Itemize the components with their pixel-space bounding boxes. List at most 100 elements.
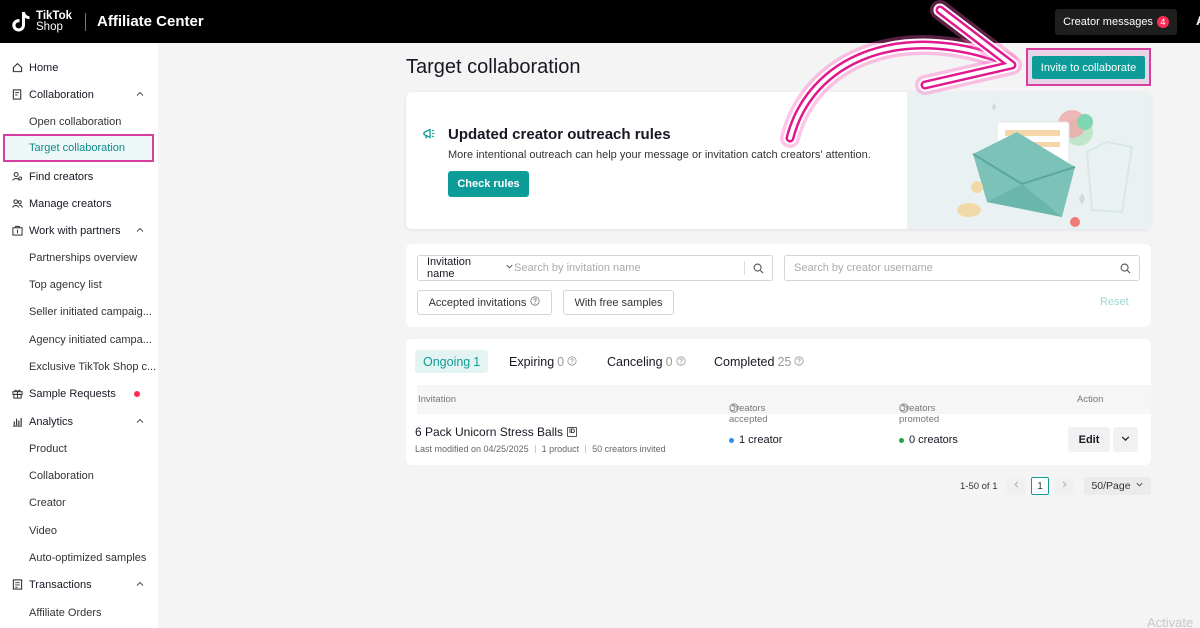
search-divider [744, 261, 745, 275]
sidebar-item-find-creators[interactable]: Find creators [0, 163, 158, 190]
creators-accepted-value[interactable]: 1 creator [729, 434, 782, 446]
creators-promoted-value[interactable]: 0 creators [899, 434, 958, 446]
tab-completed[interactable]: Completed 25 [714, 350, 804, 373]
tab-expiring[interactable]: Expiring 0 [509, 350, 577, 373]
sidebar-item-seller-initiated[interactable]: Seller initiated campaig... [0, 298, 158, 325]
page-size-select[interactable]: 50/Page [1084, 477, 1151, 495]
envelope-illustration [907, 92, 1151, 229]
invitation-search-group: Invitation name Search by invitation nam… [417, 255, 773, 281]
next-page-button[interactable] [1055, 477, 1073, 495]
check-rules-button[interactable]: Check rules [448, 171, 529, 197]
sidebar-item-affiliate-orders[interactable]: Affiliate Orders [0, 599, 158, 626]
sidebar-item-creator[interactable]: Creator [0, 489, 158, 516]
gift-icon [11, 388, 23, 400]
sidebar-item-collaboration[interactable]: Collaboration [0, 81, 158, 108]
sidebar-item-target-collaboration[interactable]: Target collaboration [3, 134, 154, 162]
invitation-name-select-value: Invitation name [427, 256, 472, 280]
sidebar-item-label: Sample Requests [29, 387, 116, 400]
sidebar-item-exclusive[interactable]: Exclusive TikTok Shop c... [0, 353, 158, 380]
help-icon [899, 403, 909, 413]
accepted-invitations-filter[interactable]: Accepted invitations [417, 290, 552, 315]
sidebar-item-work-with-partners[interactable]: Work with partners [0, 217, 158, 244]
pagination-range: 1-50 of 1 [960, 481, 998, 492]
sidebar-item-sample-requests[interactable]: Sample Requests [0, 380, 158, 407]
help-icon [567, 355, 577, 369]
outreach-rules-banner: Updated creator outreach rules More inte… [406, 92, 1151, 229]
chevron-down-icon [1135, 480, 1144, 492]
chevron-up-icon[interactable] [135, 89, 145, 102]
sidebar-item-analytics[interactable]: Analytics [0, 408, 158, 435]
search-icon[interactable] [753, 263, 764, 274]
activate-watermark: Activate [1147, 615, 1194, 628]
search-icon[interactable] [1120, 263, 1131, 274]
creator-messages-button[interactable]: Creator messages 4 [1055, 9, 1177, 35]
sidebar-item-analytics-collaboration[interactable]: Collaboration [0, 462, 158, 489]
chevron-up-icon[interactable] [135, 416, 145, 429]
sidebar-item-open-collaboration[interactable]: Open collaboration [0, 108, 158, 135]
sidebar-item-label: Manage creators [29, 197, 112, 210]
tiktok-shop-logo[interactable]: TikTok Shop [11, 10, 72, 34]
avatar[interactable]: A [1196, 13, 1200, 28]
sidebar-item-top-agency-list[interactable]: Top agency list [0, 271, 158, 298]
tab-ongoing[interactable]: Ongoing 1 [415, 350, 489, 373]
sidebar-item-transactions[interactable]: Transactions [0, 571, 158, 598]
page-title: Target collaboration [406, 56, 581, 78]
page-1-button[interactable]: 1 [1031, 477, 1049, 495]
partners-icon [11, 225, 23, 237]
tab-label: Completed [714, 354, 775, 369]
app-title: Affiliate Center [97, 13, 204, 30]
tab-label: Canceling [607, 354, 663, 369]
filter-card: Invitation name Search by invitation nam… [406, 244, 1151, 327]
tab-count: 1 [473, 354, 481, 369]
accepted-invitations-label: Accepted invitations [428, 296, 527, 309]
column-action: Action [1077, 394, 1104, 405]
prev-page-button[interactable] [1007, 477, 1025, 495]
logo-wordmark: TikTok Shop [36, 9, 72, 33]
chevron-down-icon [1120, 431, 1131, 449]
chevron-up-icon[interactable] [135, 579, 145, 592]
tiktok-logo-icon [11, 10, 31, 34]
invitation-search-input[interactable]: Search by invitation name [514, 262, 744, 274]
top-bar: TikTok Shop Affiliate Center Creator mes… [0, 0, 1200, 43]
sidebar-item-video[interactable]: Video [0, 517, 158, 544]
invitation-name-select[interactable]: Invitation name [418, 256, 514, 280]
meta-divider [534, 445, 536, 453]
invitation-title-link[interactable]: 6 Pack Unicorn Stress Balls ID [415, 425, 578, 439]
sidebar: Home Collaboration Open collaboration Ta… [0, 43, 158, 628]
sidebar-item-partnerships-overview[interactable]: Partnerships overview [0, 244, 158, 271]
sidebar-item-label: Transactions [29, 578, 92, 591]
creator-search-input[interactable]: Search by creator username [785, 262, 1120, 274]
invitation-meta: Last modified on 04/25/2025 1 product 50… [415, 444, 666, 454]
sidebar-item-product[interactable]: Product [0, 435, 158, 462]
sidebar-item-label: Collaboration [29, 88, 94, 101]
creators-invited: 50 creators invited [592, 444, 666, 454]
chevron-up-icon[interactable] [135, 225, 145, 238]
transactions-icon [11, 579, 23, 591]
edit-button[interactable]: Edit [1068, 427, 1110, 452]
creators-accepted-text: 1 creator [739, 434, 783, 446]
status-dot [729, 437, 734, 443]
reset-button[interactable]: Reset [1100, 296, 1129, 308]
sidebar-item-manage-creators[interactable]: Manage creators [0, 190, 158, 217]
analytics-icon [11, 416, 23, 428]
sidebar-item-label: Find creators [29, 170, 94, 183]
creator-messages-badge: 4 [1156, 16, 1169, 28]
chevron-left-icon [1012, 480, 1021, 492]
with-free-samples-filter[interactable]: With free samples [563, 290, 674, 315]
sidebar-item-auto-optimized[interactable]: Auto-optimized samples [0, 544, 158, 571]
tab-count: 0 [665, 354, 673, 369]
tab-count: 0 [557, 354, 565, 369]
creator-search-group: Search by creator username [784, 255, 1140, 281]
find-creators-icon [11, 171, 23, 183]
sidebar-item-agency-initiated[interactable]: Agency initiated campa... [0, 326, 158, 353]
sidebar-item-home[interactable]: Home [0, 54, 158, 81]
tab-canceling[interactable]: Canceling 0 [607, 350, 686, 373]
id-icon[interactable]: ID [567, 427, 578, 437]
logo-divider [85, 12, 86, 31]
logo-line-1: TikTok [36, 9, 72, 22]
tab-count: 25 [777, 354, 792, 369]
sidebar-item-label: Home [29, 61, 59, 74]
meta-divider [585, 445, 587, 453]
more-actions-button[interactable] [1113, 427, 1138, 452]
invite-to-collaborate-button[interactable]: Invite to collaborate [1032, 56, 1145, 79]
